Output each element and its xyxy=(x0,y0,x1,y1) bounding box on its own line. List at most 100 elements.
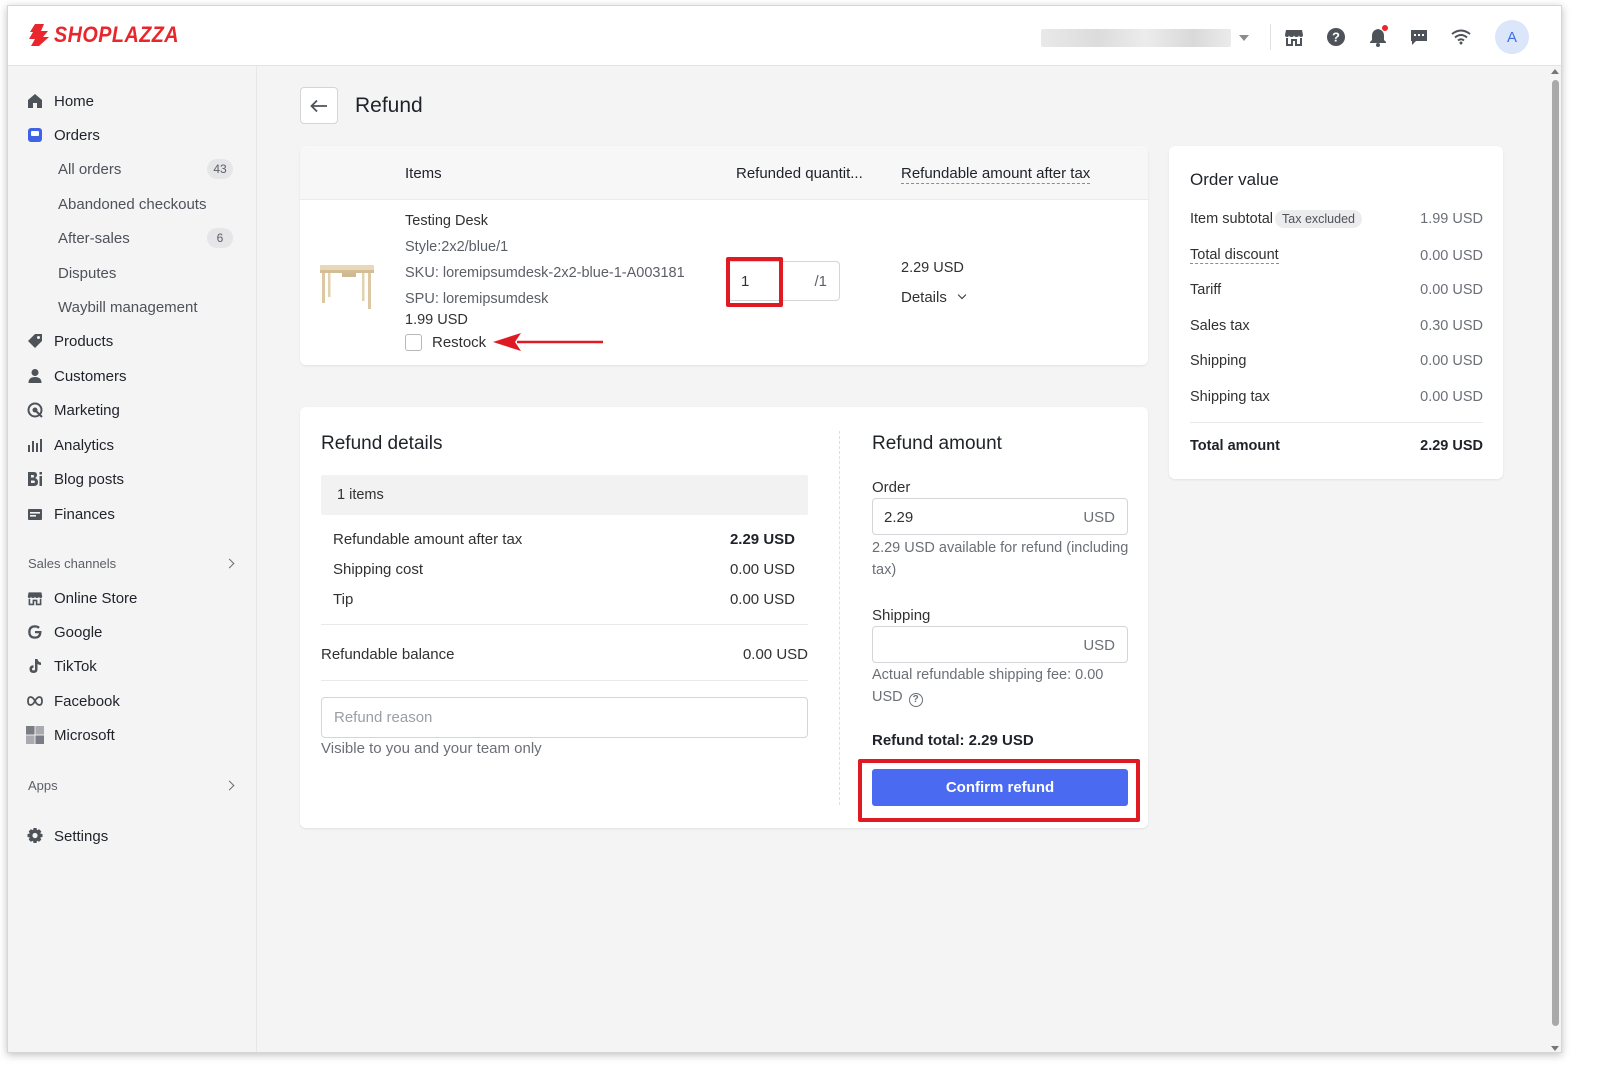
sidebar-item-facebook[interactable]: Facebook xyxy=(26,689,120,713)
sidebar-subitem-after-sales[interactable]: After-sales 6 xyxy=(58,226,233,250)
sidebar-section-sales-channels[interactable]: Sales channels xyxy=(28,556,236,571)
detail-row: Refundable amount after tax 2.29 USD xyxy=(333,531,795,548)
sidebar-item-online-store[interactable]: Online Store xyxy=(26,586,137,610)
items-count: 1 items xyxy=(337,487,384,503)
sidebar-item-products[interactable]: Products xyxy=(26,329,113,353)
count-badge: 6 xyxy=(207,228,233,248)
order-amount-input[interactable]: 2.29 USD xyxy=(872,498,1128,535)
sidebar-item-label: Finances xyxy=(54,505,115,523)
tag-icon xyxy=(26,332,44,350)
subitem-label: Abandoned checkouts xyxy=(58,195,207,213)
sidebar-item-google[interactable]: Google xyxy=(26,620,102,644)
home-icon xyxy=(26,92,44,110)
divider xyxy=(321,680,808,681)
sidebar-item-home[interactable]: Home xyxy=(26,89,94,113)
sidebar-item-label: Facebook xyxy=(54,692,120,710)
sidebar-item-customers[interactable]: Customers xyxy=(26,364,127,388)
detail-label: Tip xyxy=(333,591,354,608)
chevron-right-icon xyxy=(224,558,235,569)
product-style: Style:2x2/blue/1 xyxy=(405,239,509,255)
sidebar-item-microsoft[interactable]: Microsoft xyxy=(26,723,115,747)
tax-excluded-badge: Tax excluded xyxy=(1275,210,1362,228)
shoplazza-logo[interactable]: SHOPLAZZA xyxy=(28,22,193,48)
svg-text:?: ? xyxy=(1332,30,1340,45)
order-value-row: Total discount 0.00 USD xyxy=(1190,247,1483,264)
finance-icon xyxy=(26,505,44,523)
sidebar-item-label: TikTok xyxy=(54,657,97,675)
store-icon[interactable] xyxy=(1283,26,1305,48)
avatar[interactable]: A xyxy=(1495,20,1529,54)
order-value-row: Shipping 0.00 USD xyxy=(1190,353,1483,369)
sidebar-item-label: Orders xyxy=(54,126,100,144)
detail-label: Shipping cost xyxy=(333,561,424,578)
tiktok-icon xyxy=(26,657,44,675)
question-icon[interactable]: ? xyxy=(908,693,923,707)
marketing-icon xyxy=(26,401,44,419)
column-header-items: Items xyxy=(405,165,442,182)
notification-dot xyxy=(1382,25,1388,31)
divider xyxy=(1190,422,1483,423)
order-amount-help: 2.29 USD available for refund (including… xyxy=(872,540,1129,578)
annotation-arrow-icon xyxy=(493,333,603,351)
detail-row: Tip 0.00 USD xyxy=(333,591,795,608)
balance-value: 0.00 USD xyxy=(742,646,808,663)
checkbox-box[interactable] xyxy=(405,334,422,351)
store-selector[interactable] xyxy=(1041,28,1251,48)
sidebar-subitem-abandoned-checkouts[interactable]: Abandoned checkouts xyxy=(58,192,233,216)
sidebar-subitem-disputes[interactable]: Disputes xyxy=(58,261,233,285)
google-icon xyxy=(26,623,44,641)
sidebar-item-blog-posts[interactable]: Blog posts xyxy=(26,467,124,491)
back-button[interactable] xyxy=(300,87,338,124)
total-value: 2.29 USD xyxy=(1420,438,1483,454)
order-value-card: Order value Item subtotal Tax excluded 1.… xyxy=(1169,146,1503,479)
order-value-row: Shipping tax 0.00 USD xyxy=(1190,389,1483,405)
restock-checkbox[interactable]: Restock xyxy=(405,334,486,351)
sidebar-item-analytics[interactable]: Analytics xyxy=(26,433,114,457)
annotation-highlight-box xyxy=(858,759,1140,822)
chevron-right-icon xyxy=(224,780,235,791)
page-scrollbar[interactable] xyxy=(1548,66,1561,1052)
section-label: Sales channels xyxy=(28,556,117,571)
product-spu: SPU: loremipsumdesk xyxy=(405,291,549,307)
sidebar-section-apps[interactable]: Apps xyxy=(28,778,236,793)
sidebar-item-label: Products xyxy=(54,332,114,350)
sidebar-subitem-waybill-management[interactable]: Waybill management xyxy=(58,295,233,319)
sidebar-item-tiktok[interactable]: TikTok xyxy=(26,654,97,678)
scroll-up-icon[interactable] xyxy=(1551,69,1559,74)
total-label: Total amount xyxy=(1190,438,1280,454)
sidebar-item-finances[interactable]: Finances xyxy=(26,502,115,526)
sidebar-item-marketing[interactable]: Marketing xyxy=(26,398,120,422)
sidebar-item-label: Settings xyxy=(54,827,109,845)
order-value-title: Order value xyxy=(1190,170,1279,189)
shipping-amount-input[interactable]: USD xyxy=(872,626,1128,663)
blog-icon xyxy=(26,470,44,488)
sidebar-item-settings[interactable]: Settings xyxy=(26,824,108,848)
sidebar-item-label: Online Store xyxy=(54,589,138,607)
sidebar-item-label: Home xyxy=(54,92,95,110)
sidebar-item-label: Blog posts xyxy=(54,470,125,488)
column-header-refundable-amount: Refundable amount after tax xyxy=(901,165,1091,184)
row-value: 0.00 USD xyxy=(1420,247,1483,264)
bell-icon[interactable] xyxy=(1367,25,1389,48)
sidebar-item-orders[interactable]: Orders xyxy=(26,123,100,147)
detail-row: Shipping cost 0.00 USD xyxy=(333,561,795,578)
row-label: Tariff xyxy=(1190,282,1222,298)
order-value-row: Item subtotal Tax excluded 1.99 USD xyxy=(1190,210,1483,228)
wifi-icon[interactable] xyxy=(1450,26,1472,48)
arrow-left-icon xyxy=(310,99,327,112)
sidebar-subitem-all-orders[interactable]: All orders 43 xyxy=(58,157,233,181)
store-name-redacted xyxy=(1041,29,1231,47)
chat-icon[interactable] xyxy=(1408,26,1430,48)
detail-label: Refundable amount after tax xyxy=(333,531,523,548)
order-amount-value[interactable]: 2.29 xyxy=(884,509,913,526)
detail-value: 0.00 USD xyxy=(729,561,795,578)
refund-reason-input[interactable] xyxy=(321,697,808,738)
sidebar-item-label: Marketing xyxy=(54,401,120,419)
scroll-thumb[interactable] xyxy=(1552,80,1559,1026)
scroll-down-icon[interactable] xyxy=(1551,1046,1559,1051)
help-icon[interactable]: ? xyxy=(1325,26,1347,48)
product-name[interactable]: Testing Desk xyxy=(405,213,488,229)
details-toggle[interactable]: Details xyxy=(901,289,967,306)
row-value: 0.00 USD xyxy=(1420,389,1483,405)
refund-reason-help: Visible to you and your team only xyxy=(321,740,542,757)
